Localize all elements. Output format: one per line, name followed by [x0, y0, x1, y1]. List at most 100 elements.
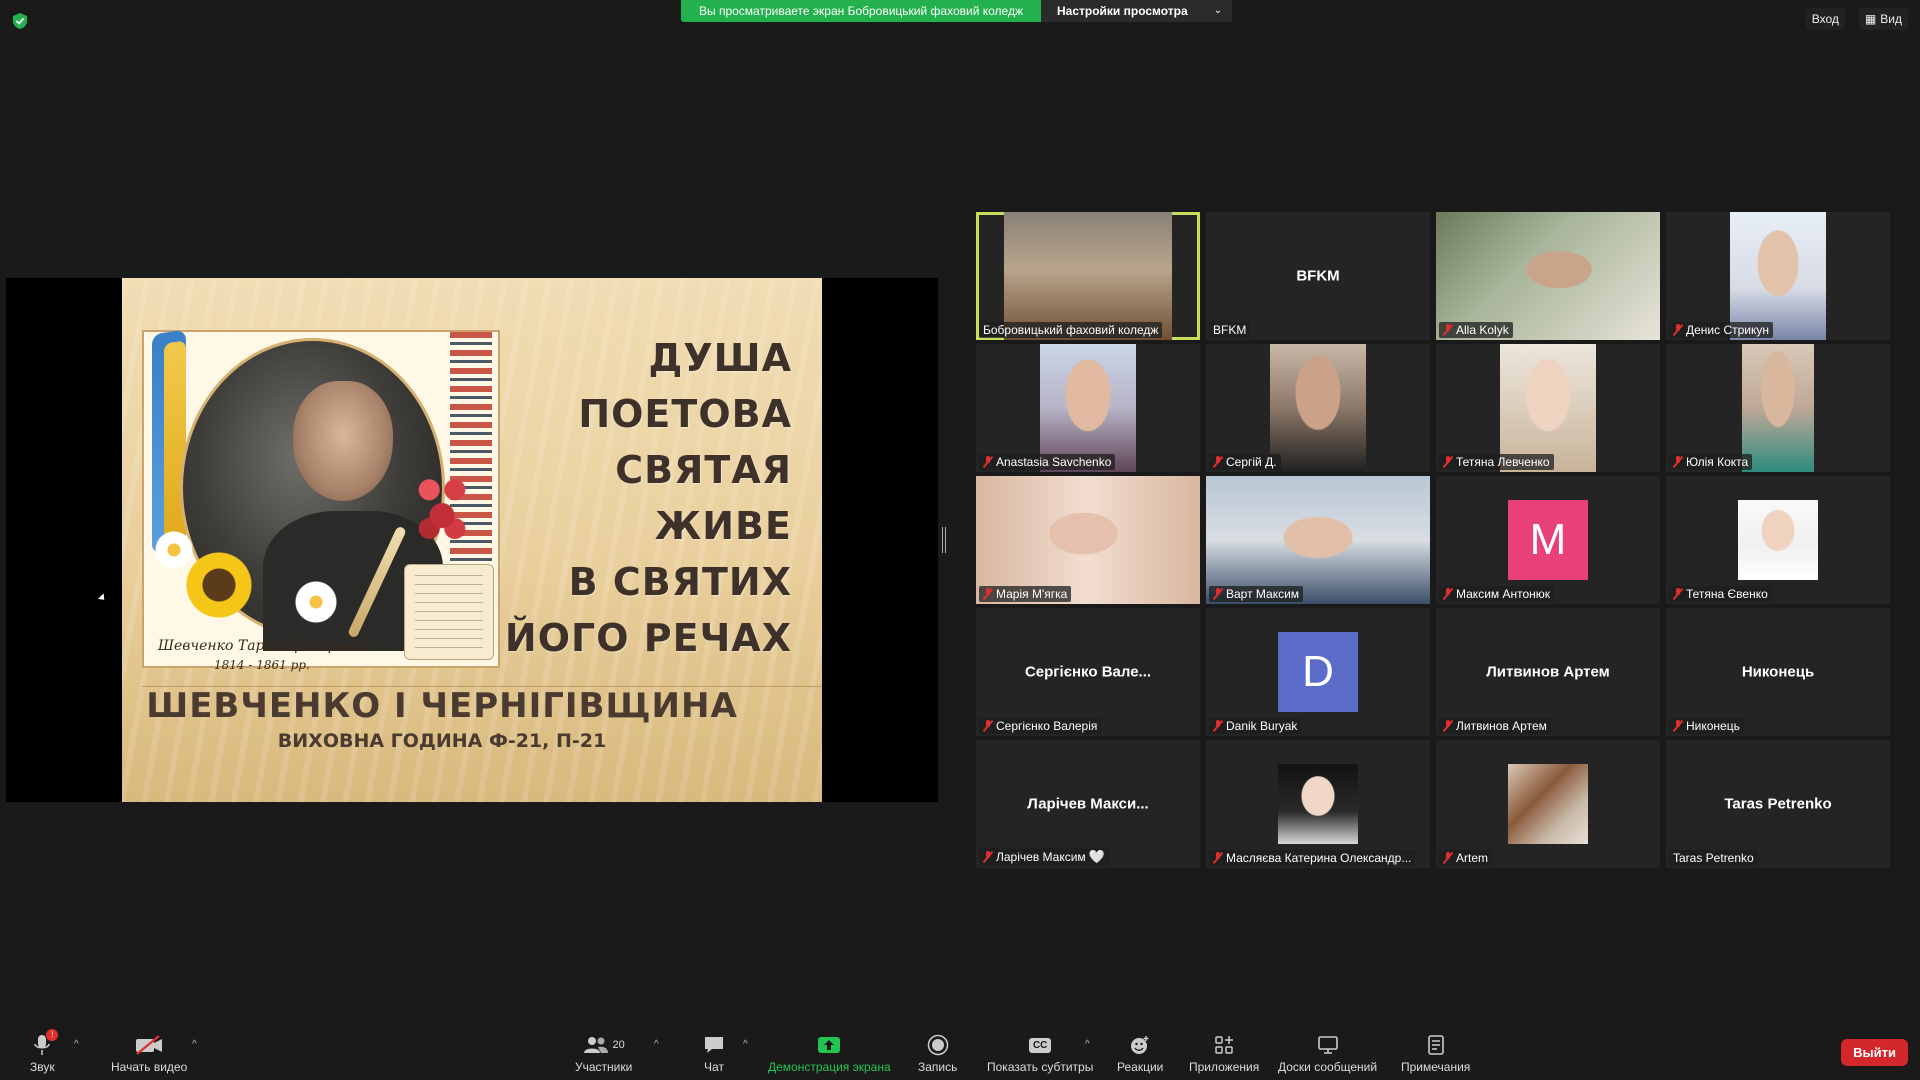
participant-tile[interactable]: Тетяна Левченко — [1436, 344, 1660, 472]
mic-muted-icon — [1443, 852, 1453, 864]
participant-profile-photo — [1738, 500, 1818, 580]
participant-name: Максим Антонюк — [1456, 587, 1551, 601]
participant-name: Taras Petrenko — [1673, 851, 1754, 865]
participant-video — [1040, 344, 1136, 472]
participant-name: Alla Kolyk — [1456, 323, 1509, 337]
participants-button[interactable]: 20 Участники — [575, 1032, 632, 1074]
signin-label: Вход — [1811, 12, 1839, 26]
participant-tile[interactable]: Никонець Никонець — [1666, 608, 1890, 736]
whiteboards-label: Доски сообщений — [1278, 1060, 1378, 1074]
notes-icon — [1427, 1035, 1444, 1055]
participant-name: Anastasia Savchenko — [996, 455, 1112, 469]
leave-meeting-button[interactable]: Выйти — [1841, 1039, 1908, 1066]
video-options-caret[interactable]: ^ — [192, 1039, 197, 1050]
audio-options-caret[interactable]: ^ — [74, 1039, 79, 1050]
participant-tile[interactable]: Artem — [1436, 740, 1660, 868]
participant-display-name: Ларічев Макси... — [1027, 795, 1149, 813]
scroll-paper — [404, 564, 494, 660]
participant-name: Тетяна Євенко — [1686, 587, 1768, 601]
mic-muted-icon — [1443, 324, 1453, 336]
presentation-slide: Шевченко Тарас Григорович 1814 - 1861 рр… — [122, 278, 822, 802]
participant-tile[interactable]: Марія М'ягка — [976, 476, 1200, 604]
participant-video — [1270, 344, 1366, 472]
participant-video — [1206, 476, 1430, 604]
participant-tile[interactable]: Бобровицький фаховий коледж — [976, 212, 1200, 340]
mic-muted-icon — [983, 851, 993, 863]
participant-tile[interactable]: BFKM BFKM — [1206, 212, 1430, 340]
participant-tile[interactable]: Anastasia Savchenko — [976, 344, 1200, 472]
participant-avatar: D — [1278, 632, 1358, 712]
participant-tile[interactable]: Литвинов Артем Литвинов Артем — [1436, 608, 1660, 736]
whiteboards-button[interactable]: Доски сообщений — [1278, 1032, 1377, 1074]
mic-muted-icon — [1443, 720, 1453, 732]
share-screen-button[interactable]: Демонстрация экрана — [768, 1032, 891, 1074]
apps-button[interactable]: Приложения — [1189, 1032, 1259, 1074]
participant-tile[interactable]: M Максим Антонюк — [1436, 476, 1660, 604]
audio-warning-badge: ! — [46, 1029, 59, 1041]
participant-name: Сергієнко Валерія — [996, 719, 1098, 733]
participant-gallery: Бобровицький фаховий коледж BFKM BFKM Alla … — [976, 212, 1892, 868]
participant-name: Ларічев Максим — [996, 850, 1086, 864]
notes-label: Примечания — [1401, 1060, 1471, 1074]
view-button[interactable]: ▦ Вид — [1858, 8, 1908, 30]
chat-bubble-icon — [705, 1037, 723, 1053]
record-label: Запись — [918, 1060, 958, 1074]
meeting-toolbar: ! Звук ^ Начать видео ^ 20 Участники ^ Ч… — [0, 1020, 1920, 1080]
participant-name: Марія М'ягка — [996, 587, 1068, 601]
participant-name-label: Тетяна Левченко — [1439, 454, 1554, 470]
show-captions-button[interactable]: CC Показать субтитры — [987, 1032, 1093, 1074]
audio-button[interactable]: ! Звук — [30, 1029, 59, 1074]
chat-button[interactable]: Чат — [703, 1032, 725, 1074]
participant-display-name: BFKM — [1296, 267, 1340, 285]
participant-tile[interactable]: Ларічев Макси... Ларічев Максим 🤍 — [976, 740, 1200, 868]
participants-icon — [583, 1037, 608, 1053]
participant-video — [1730, 212, 1826, 340]
participant-tile[interactable]: Денис Стрикун — [1666, 212, 1890, 340]
participant-display-name: Taras Petrenko — [1724, 795, 1832, 813]
shared-screen[interactable]: Шевченко Тарас Григорович 1814 - 1861 рр… — [6, 278, 938, 802]
participant-tile[interactable]: Варт Максим — [1206, 476, 1430, 604]
mouse-cursor-icon — [97, 593, 108, 603]
participant-tile[interactable]: Тетяна Євенко — [1666, 476, 1890, 604]
participant-tile[interactable]: Юлія Кокта — [1666, 344, 1890, 472]
participant-name: Danik Buryak — [1226, 719, 1298, 733]
participants-options-caret[interactable]: ^ — [654, 1039, 659, 1050]
mic-muted-icon — [1673, 324, 1683, 336]
participants-label: Участники — [575, 1060, 633, 1074]
notes-button[interactable]: Примечания — [1401, 1032, 1470, 1074]
zoom-meeting-window: Вы просматриваете экран Бобровицький фах… — [0, 0, 1920, 1080]
security-shield-icon[interactable] — [12, 12, 28, 30]
participant-tile[interactable]: Масляєва Катерина Олександр... — [1206, 740, 1430, 868]
mic-muted-icon — [1213, 456, 1223, 468]
record-button[interactable]: Запись — [918, 1032, 957, 1074]
participant-tile[interactable]: Сергієнко Вале... Сергієнко Валерія — [976, 608, 1200, 736]
signin-button[interactable]: Вход — [1805, 8, 1845, 30]
view-options-label: Настройки просмотра — [1056, 4, 1188, 18]
participant-name: BFKM — [1213, 323, 1247, 337]
quote-line: СВЯТАЯ — [615, 448, 792, 492]
participant-name-label: Литвинов Артем — [1439, 718, 1551, 734]
daisy-flower — [154, 530, 194, 570]
participant-name-label: Бобровицький фаховий коледж — [979, 322, 1163, 338]
start-video-button[interactable]: Начать видео — [111, 1032, 187, 1074]
participant-tile[interactable]: Сергій Д. — [1206, 344, 1430, 472]
participant-name: Денис Стрикун — [1686, 323, 1770, 337]
chevron-down-icon: ⌄ — [1213, 5, 1223, 16]
mic-muted-icon — [1443, 456, 1453, 468]
view-options-button[interactable]: Настройки просмотра ⌄ — [1040, 0, 1233, 22]
closed-captions-icon: CC — [1028, 1037, 1052, 1053]
mic-muted-icon — [1213, 588, 1223, 600]
mic-muted-icon — [983, 720, 993, 732]
sunflower — [184, 550, 254, 620]
video-off-icon — [136, 1035, 163, 1055]
captions-options-caret[interactable]: ^ — [1085, 1039, 1090, 1050]
chat-options-caret[interactable]: ^ — [743, 1039, 748, 1050]
participant-tile[interactable]: Taras Petrenko Taras Petrenko — [1666, 740, 1890, 868]
participant-tile[interactable]: D Danik Buryak — [1206, 608, 1430, 736]
emoji-reaction-icon — [1131, 1036, 1149, 1054]
panel-splitter-handle[interactable] — [942, 527, 946, 553]
reactions-button[interactable]: Реакции — [1117, 1032, 1163, 1074]
show-captions-label: Показать субтитры — [987, 1060, 1094, 1074]
participant-name: Варт Максим — [1226, 587, 1300, 601]
participant-tile[interactable]: Alla Kolyk — [1436, 212, 1660, 340]
